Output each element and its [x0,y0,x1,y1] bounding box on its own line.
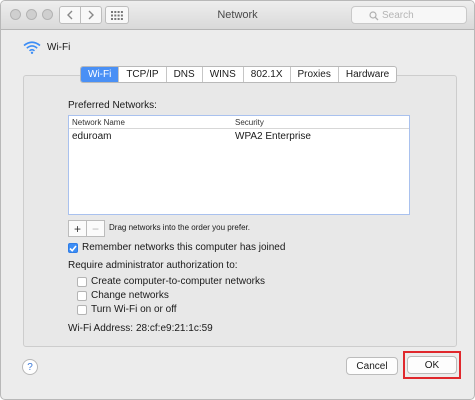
network-security-cell: WPA2 Enterprise [235,131,311,142]
wifi-address-label: Wi-Fi Address: [68,323,134,334]
preferred-networks-list[interactable]: Network Name Security eduroam WPA2 Enter… [68,115,410,215]
title-bar: Network Search [1,1,474,30]
add-remove-control: + − [68,220,105,237]
toggle-wifi-label: Turn Wi-Fi on or off [91,304,177,315]
ok-highlight-box [403,351,461,379]
interface-header: Wi-Fi [23,41,70,54]
add-network-button[interactable]: + [69,221,86,236]
wifi-icon [23,41,41,54]
cancel-button[interactable]: Cancel [346,357,398,375]
search-field[interactable]: Search [351,6,467,24]
tab-bar: Wi-Fi TCP/IP DNS WINS 802.1X Proxies Har… [80,66,398,83]
help-button[interactable]: ? [22,359,38,375]
toggle-wifi-checkbox[interactable] [77,305,87,315]
admin-authorization-label: Require administrator authorization to: [68,260,238,271]
create-networks-label: Create computer-to-computer networks [91,276,265,287]
preferred-networks-label: Preferred Networks: [68,100,157,111]
network-window: Network Search Wi-Fi Wi-Fi TCP/IP DNS WI… [0,0,475,400]
list-header: Network Name Security [69,116,409,129]
column-header-network-name[interactable]: Network Name [72,118,125,127]
tab-wifi[interactable]: Wi-Fi [81,67,119,82]
column-header-security[interactable]: Security [235,118,264,127]
interface-label: Wi-Fi [47,42,71,53]
search-icon [369,11,379,21]
tab-hardware[interactable]: Hardware [337,67,396,82]
search-placeholder: Search [382,9,414,21]
wifi-address-value: 28:cf:e9:21:1c:59 [136,323,213,334]
change-networks-checkbox[interactable] [77,291,87,301]
create-networks-checkbox[interactable] [77,277,87,287]
tab-dns[interactable]: DNS [165,67,202,82]
network-name-cell: eduroam [72,131,112,142]
tab-tcpip[interactable]: TCP/IP [118,67,165,82]
remember-networks-label: Remember networks this computer has join… [82,242,286,253]
drag-hint: Drag networks into the order you prefer. [109,223,250,232]
remember-networks-checkbox[interactable] [68,243,78,253]
change-networks-label: Change networks [91,290,169,301]
remove-network-button[interactable]: − [86,221,104,236]
tab-proxies[interactable]: Proxies [289,67,338,82]
table-row[interactable]: eduroam WPA2 Enterprise [69,130,409,144]
checkmark-icon [69,244,77,252]
tab-8021x[interactable]: 802.1X [242,67,290,82]
tab-wins[interactable]: WINS [201,67,243,82]
